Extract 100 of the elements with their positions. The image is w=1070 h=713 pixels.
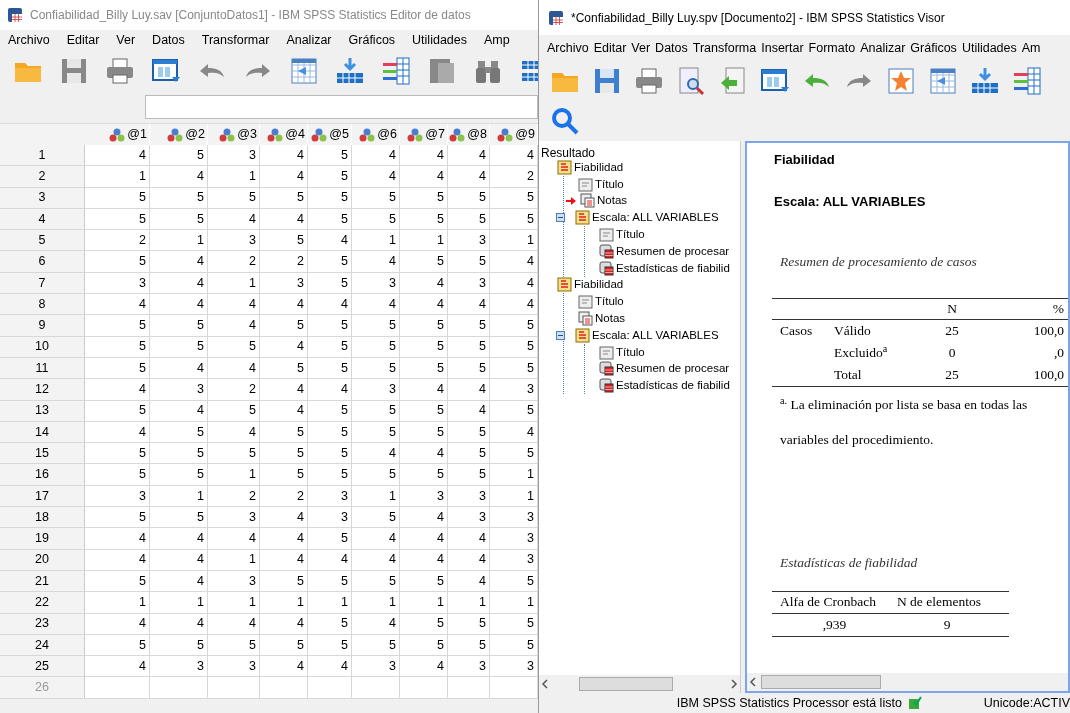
go-to-case-icon[interactable] — [288, 55, 320, 87]
data-cell-text: 1 — [297, 594, 304, 611]
row-number[interactable]: 8 — [38, 294, 46, 314]
column-header[interactable]: @1 — [127, 125, 147, 144]
column-header[interactable]: @6 — [377, 125, 397, 144]
cell-editor-field[interactable] — [145, 95, 538, 119]
data-cell-text: 4 — [527, 423, 534, 441]
data-cell-text: 4 — [341, 551, 348, 569]
row-number[interactable]: 5 — [38, 230, 46, 250]
row-number[interactable]: 23 — [35, 614, 49, 634]
row-number[interactable]: 16 — [35, 465, 49, 484]
scroll-left-icon[interactable] — [749, 677, 757, 687]
outline-item[interactable]: Título — [595, 175, 624, 193]
printer-icon[interactable] — [633, 65, 665, 97]
row-number[interactable]: 25 — [35, 656, 49, 676]
outline-item[interactable]: Título — [595, 293, 624, 311]
row-number[interactable]: 10 — [35, 337, 49, 357]
column-header[interactable]: @8 — [467, 125, 487, 144]
scroll-left-icon[interactable] — [541, 679, 549, 689]
outline-root[interactable]: Resultado — [541, 144, 740, 159]
data-cell-text: 1 — [197, 594, 204, 611]
data-cell-text: 5 — [527, 338, 534, 356]
row-number[interactable]: 14 — [35, 422, 49, 442]
table-cell-text: 25 — [944, 365, 960, 384]
go-to-case-icon[interactable] — [927, 65, 959, 97]
horizontal-scrollbar[interactable] — [747, 673, 1068, 691]
row-number[interactable]: 4 — [38, 209, 46, 229]
row-number[interactable]: 11 — [35, 358, 49, 378]
data-cell-text: 4 — [389, 551, 396, 569]
row-number[interactable]: 1 — [38, 145, 46, 165]
menu-item[interactable]: Utilidades — [961, 38, 1017, 58]
column-header[interactable]: @4 — [285, 125, 305, 144]
menu-item[interactable]: Formato — [808, 38, 856, 58]
column-header[interactable]: @5 — [329, 125, 349, 144]
outline-item[interactable]: Escala: ALL VARIABLES — [592, 209, 719, 227]
row-number[interactable]: 3 — [38, 188, 46, 208]
menu-item[interactable]: Analizar — [286, 30, 332, 50]
outline-item[interactable]: Escala: ALL VARIABLES — [592, 326, 719, 344]
data-cell-text: 5 — [479, 615, 486, 633]
outline-item[interactable]: Resumen de procesar — [616, 242, 730, 260]
outline-item[interactable]: Fiabilidad — [574, 158, 624, 177]
row-number[interactable]: 19 — [35, 529, 49, 548]
menu-item[interactable]: Archivo — [8, 30, 50, 50]
collapse-icon[interactable] — [556, 330, 565, 340]
outline-item[interactable]: Fiabilidad — [574, 276, 624, 294]
row-number[interactable]: 2 — [38, 167, 46, 186]
row-number[interactable]: 12 — [35, 380, 49, 399]
menu-item[interactable]: Datos — [152, 30, 185, 50]
column-header[interactable]: @7 — [425, 125, 445, 144]
outline-item[interactable]: Estadísticas de fiabilid — [616, 377, 730, 395]
menu-item[interactable]: Transformar — [201, 30, 270, 50]
row-number[interactable]: 18 — [35, 507, 49, 527]
data-cell-text: 5 — [437, 253, 444, 271]
row-number[interactable]: 22 — [35, 593, 49, 612]
row-number[interactable]: 21 — [35, 571, 49, 591]
outline-item[interactable]: Resumen de procesar — [616, 360, 730, 378]
horizontal-scrollbar[interactable] — [539, 675, 740, 693]
column-header[interactable]: @2 — [185, 125, 205, 144]
outline-item[interactable]: Título — [616, 343, 645, 361]
data-cell-text: 2 — [139, 231, 146, 249]
menu-item[interactable]: Utilidades — [412, 30, 467, 50]
status-message: IBM SPSS Statistics Processor está listo — [676, 694, 902, 712]
data-cell-text: 4 — [249, 530, 256, 548]
row-number[interactable]: 13 — [35, 401, 49, 421]
row-number[interactable]: 15 — [35, 443, 49, 463]
menu-item[interactable]: Ver — [631, 38, 651, 58]
data-cell-text: 5 — [437, 402, 444, 420]
variables-icon[interactable] — [380, 55, 412, 87]
printer-icon[interactable] — [104, 55, 136, 87]
outline-item[interactable]: Estadísticas de fiabilid — [616, 259, 730, 277]
menu-item[interactable]: Amp — [484, 30, 510, 50]
outline-item[interactable]: Notas — [595, 309, 626, 328]
variable-icon — [449, 127, 466, 142]
data-cell-text: 5 — [197, 146, 204, 164]
variables-icon[interactable] — [1011, 65, 1043, 97]
scroll-right-icon[interactable] — [730, 679, 738, 689]
menu-item[interactable]: Gráficos — [910, 38, 957, 58]
menu-item[interactable]: Datos — [655, 38, 688, 58]
menu-item[interactable]: Editar — [593, 38, 627, 58]
row-number[interactable]: 6 — [38, 252, 46, 271]
row-number[interactable]: 9 — [38, 316, 46, 335]
outline-item[interactable]: Título — [616, 225, 645, 244]
menu-item[interactable]: Editar — [66, 30, 100, 50]
row-number[interactable]: 17 — [35, 486, 49, 506]
menu-item[interactable]: Gráficos — [348, 30, 396, 50]
menu-item[interactable]: Analizar — [860, 38, 906, 58]
menu-item[interactable]: Transforma — [692, 38, 757, 58]
row-number[interactable]: 7 — [38, 273, 46, 293]
menu-item[interactable]: Am — [1021, 38, 1041, 58]
collapse-icon[interactable] — [556, 213, 565, 223]
outline-item[interactable]: Notas — [597, 192, 628, 210]
column-header[interactable]: @3 — [237, 125, 257, 144]
menu-item[interactable]: Archivo — [547, 38, 589, 58]
menu-item[interactable]: Insertar — [761, 38, 804, 58]
search-icon[interactable] — [549, 105, 581, 137]
row-number[interactable]: 20 — [35, 550, 49, 570]
data-cell-text: 3 — [249, 657, 256, 675]
column-header[interactable]: @9 — [515, 125, 535, 144]
menu-item[interactable]: Ver — [116, 30, 136, 50]
row-number[interactable]: 24 — [35, 635, 49, 655]
